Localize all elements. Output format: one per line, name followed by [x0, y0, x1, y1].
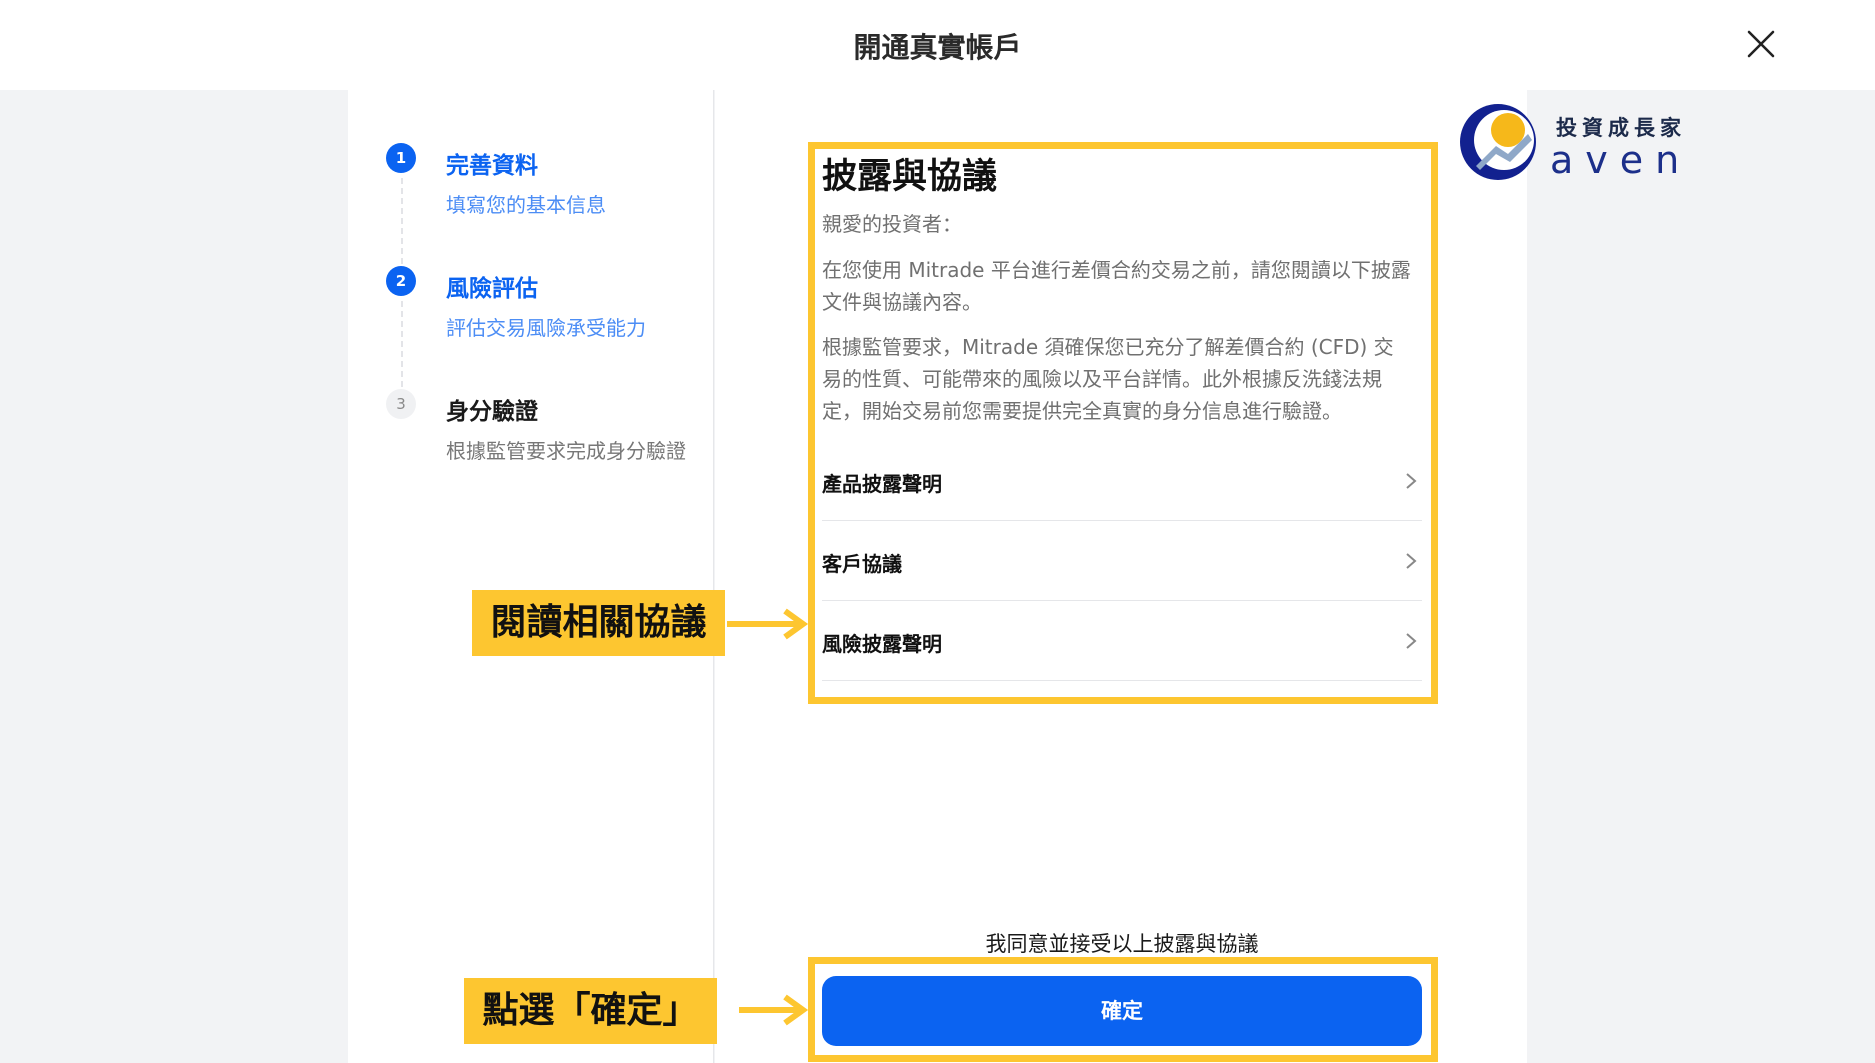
logo-bottom-text: aven: [1550, 138, 1692, 182]
step-desc-identity: 根據監管要求完成身分驗證: [446, 439, 686, 463]
step-title-risk[interactable]: 風險評估: [446, 269, 538, 303]
step-number-2: 2: [386, 266, 416, 296]
step-connector: [401, 301, 403, 397]
aven-logo: 投資成長家 aven: [1456, 100, 1696, 184]
step-number-3: 3: [386, 389, 416, 419]
step-title-profile[interactable]: 完善資料: [446, 146, 538, 180]
close-button[interactable]: [1743, 26, 1779, 62]
step-connector: [401, 178, 403, 274]
step-title-identity: 身分驗證: [446, 399, 538, 425]
highlight-agreements-box: [808, 142, 1438, 704]
arrow-right-icon: [727, 608, 809, 640]
click-confirm-callout: 點選「確定」: [464, 978, 717, 1044]
consent-text: 我同意並接受以上披露與協議: [985, 932, 1259, 956]
modal-header: 開通真實帳戶: [0, 0, 1875, 90]
modal-title: 開通真實帳戶: [853, 31, 1022, 64]
logo-emblem-icon: [1460, 104, 1536, 180]
step-desc-risk: 評估交易風險承受能力: [446, 316, 646, 340]
close-icon: [1747, 30, 1775, 58]
arrow-right-icon: [739, 994, 809, 1026]
highlight-confirm-box: [808, 957, 1438, 1062]
read-agreements-callout: 閱讀相關協議: [472, 590, 725, 656]
step-number-1: 1: [386, 143, 416, 173]
step-desc-profile: 填寫您的基本信息: [446, 193, 606, 217]
